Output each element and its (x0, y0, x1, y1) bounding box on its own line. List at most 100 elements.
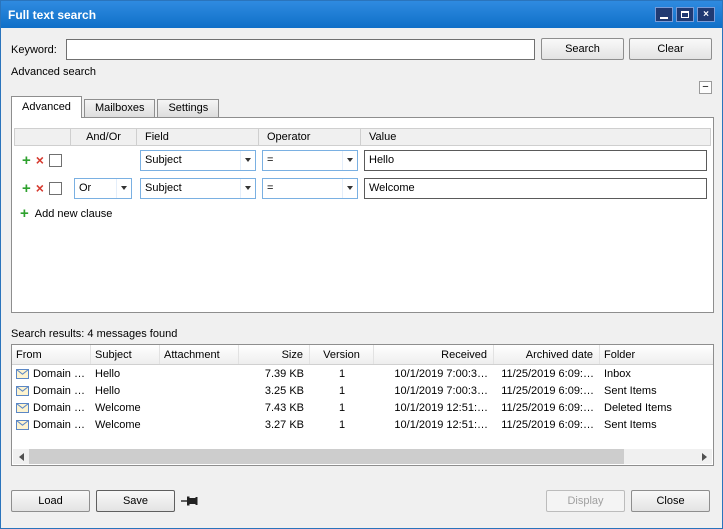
subject-cell: Welcome (91, 399, 160, 416)
pin-icon[interactable] (181, 495, 199, 510)
add-clause-icon[interactable]: + (22, 153, 31, 168)
right-triangle (702, 453, 707, 461)
column-header-archived-date[interactable]: Archived date (494, 345, 600, 364)
tab-mailboxes[interactable]: Mailboxes (84, 99, 156, 118)
save-button[interactable]: Save (96, 490, 175, 512)
from-cell: Domain … (12, 365, 91, 382)
envelope-icon (16, 386, 29, 396)
table-row[interactable]: Domain … Welcome 3.27 KB 1 10/1/2019 12:… (12, 416, 713, 433)
header-operator: Operator (259, 129, 361, 145)
archived-date-cell: 11/25/2019 6:09:… (494, 365, 600, 382)
results-summary: Search results: 4 messages found (11, 328, 177, 340)
column-header-size[interactable]: Size (239, 345, 310, 364)
column-header-from[interactable]: From (12, 345, 91, 364)
operator-select[interactable]: = (262, 178, 358, 199)
tab-settings[interactable]: Settings (157, 99, 219, 118)
load-button[interactable]: Load (11, 490, 90, 512)
value-cell (360, 178, 711, 199)
maximize-glyph (681, 11, 689, 18)
scroll-right-icon[interactable] (696, 449, 712, 464)
andor-select[interactable]: Or (74, 178, 132, 199)
add-clause-icon[interactable]: + (22, 181, 31, 196)
field-cell: Subject (136, 178, 258, 199)
field-select-value: Subject (141, 154, 240, 166)
folder-cell: Inbox (600, 365, 713, 382)
maximize-icon[interactable] (676, 7, 694, 22)
table-row[interactable]: Domain … Hello 3.25 KB 1 10/1/2019 7:00:… (12, 382, 713, 399)
column-header-version[interactable]: Version (310, 345, 374, 364)
operator-cell: = (258, 178, 360, 199)
value-cell (360, 150, 711, 171)
attachment-cell (160, 416, 239, 433)
keyword-input[interactable] (66, 39, 535, 60)
clause-checkbox[interactable] (49, 182, 62, 195)
close-glyph: × (703, 10, 709, 20)
size-cell: 3.27 KB (239, 416, 310, 433)
from-text: Domain … (33, 368, 85, 380)
column-header-folder[interactable]: Folder (600, 345, 713, 364)
version-cell: 1 (310, 416, 374, 433)
field-select[interactable]: Subject (140, 178, 256, 199)
display-button[interactable]: Display (546, 490, 625, 512)
table-row[interactable]: Domain … Welcome 7.43 KB 1 10/1/2019 12:… (12, 399, 713, 416)
received-cell: 10/1/2019 12:51:… (374, 399, 494, 416)
chevron-down-icon (342, 151, 357, 170)
archived-date-cell: 11/25/2019 6:09:… (494, 416, 600, 433)
chevron-down-icon (240, 179, 255, 198)
folder-cell: Sent Items (600, 416, 713, 433)
from-cell: Domain … (12, 399, 91, 416)
chevron-down-icon (240, 151, 255, 170)
delete-clause-icon[interactable]: × (36, 181, 44, 195)
from-text: Domain … (33, 402, 85, 414)
scrollbar-thumb[interactable] (29, 449, 624, 464)
attachment-cell (160, 399, 239, 416)
advanced-search-label: Advanced search (11, 66, 96, 78)
left-triangle (19, 453, 24, 461)
from-text: Domain … (33, 419, 85, 431)
table-row[interactable]: Domain … Hello 7.39 KB 1 10/1/2019 7:00:… (12, 365, 713, 382)
scroll-left-icon[interactable] (13, 449, 29, 464)
header-value: Value (361, 129, 710, 145)
plus-icon: + (20, 206, 29, 221)
envelope-icon (16, 403, 29, 413)
keyword-label: Keyword: (11, 44, 57, 56)
minimize-glyph (660, 17, 668, 19)
close-button[interactable]: Close (631, 490, 710, 512)
subject-cell: Hello (91, 382, 160, 399)
add-new-clause-label: Add new clause (35, 208, 113, 220)
clause-row-actions: + × (14, 153, 70, 168)
horizontal-scrollbar[interactable] (13, 449, 712, 464)
window-title: Full text search (8, 8, 96, 22)
field-select[interactable]: Subject (140, 150, 256, 171)
collapse-section-icon[interactable]: − (699, 81, 712, 94)
clause-row: + × Subject = (14, 146, 711, 174)
header-andor: And/Or (71, 129, 137, 145)
subject-cell: Hello (91, 365, 160, 382)
add-new-clause-link[interactable]: + Add new clause (20, 206, 112, 221)
clause-grid-header: And/Or Field Operator Value (14, 128, 711, 146)
size-cell: 7.43 KB (239, 399, 310, 416)
received-cell: 10/1/2019 7:00:3… (374, 365, 494, 382)
column-header-received[interactable]: Received (374, 345, 494, 364)
column-header-subject[interactable]: Subject (91, 345, 160, 364)
size-cell: 7.39 KB (239, 365, 310, 382)
operator-select[interactable]: = (262, 150, 358, 171)
chevron-down-icon (342, 179, 357, 198)
header-blank-cell (15, 129, 71, 145)
header-field: Field (137, 129, 259, 145)
column-header-attachment[interactable]: Attachment (160, 345, 239, 364)
clear-button[interactable]: Clear (629, 38, 712, 60)
from-text: Domain … (33, 385, 85, 397)
tab-advanced[interactable]: Advanced (11, 96, 82, 118)
value-input[interactable] (364, 178, 707, 199)
version-cell: 1 (310, 382, 374, 399)
tab-bar: Advanced Mailboxes Settings (11, 96, 221, 118)
minimize-icon[interactable] (655, 7, 673, 22)
field-cell: Subject (136, 150, 258, 171)
from-cell: Domain … (12, 416, 91, 433)
close-icon[interactable]: × (697, 7, 715, 22)
search-button[interactable]: Search (541, 38, 624, 60)
delete-clause-icon[interactable]: × (36, 153, 44, 167)
clause-checkbox[interactable] (49, 154, 62, 167)
value-input[interactable] (364, 150, 707, 171)
